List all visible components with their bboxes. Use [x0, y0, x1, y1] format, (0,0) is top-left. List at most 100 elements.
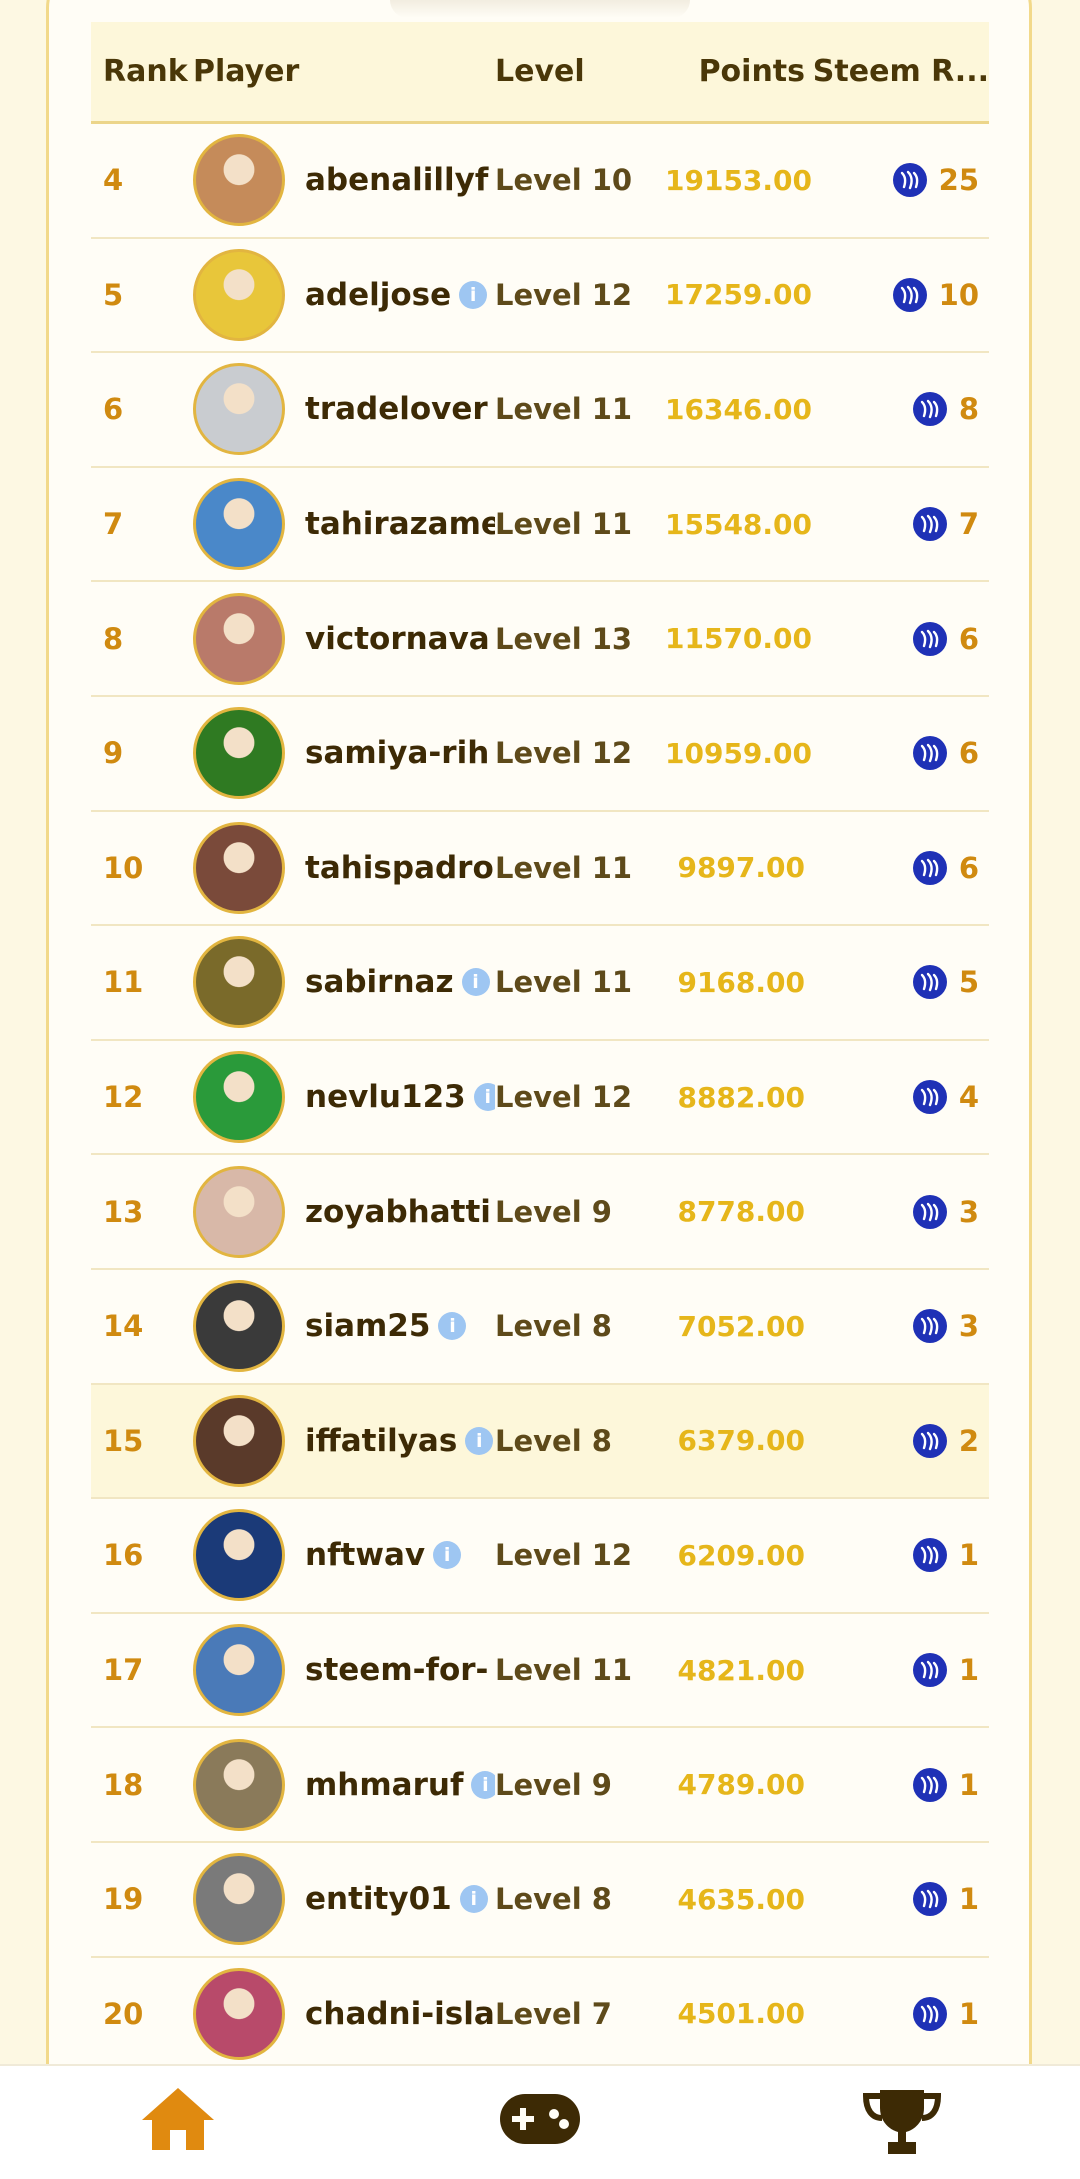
player-name[interactable]: steem-for-: [305, 1652, 488, 1688]
table-row[interactable]: 16 nftwav i Level 12 6209.00 1: [91, 1499, 989, 1614]
avatar[interactable]: [193, 1051, 285, 1144]
avatar[interactable]: [193, 936, 285, 1029]
table-row[interactable]: 20 chadni-isla Level 7 4501.00 1: [91, 1957, 989, 2073]
level-cell: Level 11: [495, 851, 665, 885]
player-name[interactable]: siam25: [305, 1308, 430, 1344]
level-value: Level 11: [495, 507, 633, 542]
rank-cell: 8: [91, 622, 193, 656]
steem-reward-value: 6: [958, 736, 979, 771]
player-cell[interactable]: zoyabhatti: [193, 1165, 495, 1258]
nav-games-button[interactable]: [498, 2092, 582, 2150]
info-icon[interactable]: i: [459, 280, 488, 309]
player-name[interactable]: samiya-rih: [305, 735, 489, 771]
player-name[interactable]: tahispadro: [305, 850, 494, 886]
player-name[interactable]: abenalillyf: [305, 162, 488, 198]
table-row[interactable]: 7 tahirazame Level 11 15548.00 7: [91, 467, 989, 583]
player-name[interactable]: chadni-isla: [305, 1996, 495, 2032]
player-cell[interactable]: mhmaruf i: [193, 1738, 495, 1831]
rank-value: 9: [103, 736, 124, 771]
points-cell: 16346.00: [665, 393, 812, 426]
points-value: 6379.00: [677, 1424, 805, 1458]
avatar[interactable]: [193, 248, 285, 341]
table-row[interactable]: 10 tahispadro Level 11 9897.00 6: [91, 811, 989, 927]
steem-icon: [912, 965, 947, 1000]
player-cell[interactable]: samiya-rih: [193, 707, 495, 800]
player-cell[interactable]: chadni-isla: [193, 1967, 495, 2060]
table-row[interactable]: 13 zoyabhatti Level 9 8778.00 3: [91, 1155, 989, 1270]
level-cell: Level 9: [495, 1195, 665, 1229]
steem-reward-value: 6: [958, 850, 979, 885]
player-cell[interactable]: adeljose i: [193, 248, 495, 341]
avatar[interactable]: [193, 363, 285, 456]
player-cell[interactable]: steem-for-: [193, 1624, 495, 1717]
avatar[interactable]: [193, 134, 285, 227]
avatar[interactable]: [193, 1738, 285, 1831]
avatar[interactable]: [193, 707, 285, 800]
avatar[interactable]: [193, 1624, 285, 1717]
avatar[interactable]: [193, 1967, 285, 2060]
player-name[interactable]: iffatilyas: [305, 1423, 457, 1459]
info-icon[interactable]: i: [473, 1083, 495, 1112]
info-icon[interactable]: i: [461, 968, 490, 997]
table-row[interactable]: 17 steem-for- Level 11 4821.00 1: [91, 1613, 989, 1729]
player-name[interactable]: mhmaruf: [305, 1767, 463, 1803]
table-row[interactable]: 11 sabirnaz i Level 11 9168.00 5: [91, 926, 989, 1041]
player-name[interactable]: nevlu123: [305, 1079, 466, 1115]
info-icon[interactable]: i: [438, 1312, 467, 1341]
table-row[interactable]: 12 nevlu123 i Level 12 8882.00 4: [91, 1040, 989, 1156]
table-row[interactable]: 6 tradelover Level 11 16346.00 8: [91, 353, 989, 468]
player-cell[interactable]: tahispadro: [193, 821, 495, 914]
steem-reward-value: 1: [958, 1538, 979, 1573]
table-row[interactable]: 18 mhmaruf i Level 9 4789.00 1: [91, 1728, 989, 1843]
player-name[interactable]: adeljose: [305, 277, 451, 313]
player-cell[interactable]: sabirnaz i: [193, 936, 495, 1029]
info-icon[interactable]: i: [465, 1426, 494, 1455]
nav-leaderboard-button[interactable]: [862, 2088, 942, 2162]
player-name[interactable]: tahirazame: [305, 506, 495, 542]
level-cell: Level 7: [495, 1997, 665, 2031]
info-icon[interactable]: i: [433, 1541, 462, 1570]
avatar[interactable]: [193, 478, 285, 571]
avatar[interactable]: [193, 592, 285, 685]
avatar[interactable]: [193, 1165, 285, 1258]
player-cell[interactable]: tradelover: [193, 363, 495, 456]
player-cell[interactable]: siam25 i: [193, 1280, 495, 1373]
table-row[interactable]: 5 adeljose i Level 12 17259.00 10: [91, 238, 989, 354]
table-row[interactable]: 15 iffatilyas i Level 8 6379.00 2: [91, 1384, 989, 1500]
player-cell[interactable]: nftwav i: [193, 1509, 495, 1602]
player-name[interactable]: tradelover: [305, 391, 488, 427]
player-name[interactable]: zoyabhatti: [305, 1194, 491, 1230]
player-cell[interactable]: iffatilyas i: [193, 1394, 495, 1487]
info-icon[interactable]: i: [471, 1770, 495, 1799]
player-cell[interactable]: abenalillyf: [193, 134, 495, 227]
player-cell[interactable]: victornava: [193, 592, 495, 685]
avatar[interactable]: [193, 1509, 285, 1602]
table-row[interactable]: 14 siam25 i Level 8 7052.00 3: [91, 1269, 989, 1385]
player-cell[interactable]: entity01 i: [193, 1853, 495, 1946]
header-steem-rewards: Steem R...: [812, 54, 989, 89]
level-value: Level 12: [495, 1080, 633, 1115]
avatar[interactable]: [193, 821, 285, 914]
table-row[interactable]: 8 victornava Level 13 11570.00 6: [91, 582, 989, 697]
rank-cell: 17: [91, 1653, 193, 1687]
table-row[interactable]: 9 samiya-rih Level 12 10959.00 6: [91, 696, 989, 812]
avatar[interactable]: [193, 1394, 285, 1487]
player-name[interactable]: nftwav: [305, 1537, 425, 1573]
level-cell: Level 11: [495, 965, 665, 999]
nav-home-button[interactable]: [140, 2086, 216, 2156]
player-name[interactable]: victornava: [305, 621, 490, 657]
player-cell[interactable]: nevlu123 i: [193, 1051, 495, 1144]
player-name[interactable]: entity01: [305, 1881, 452, 1917]
rank-value: 14: [103, 1309, 144, 1344]
table-row[interactable]: 4 abenalillyf Level 10 19153.00 25: [91, 124, 989, 239]
points-cell: 8778.00: [665, 1195, 805, 1228]
points-cell: 19153.00: [665, 164, 812, 197]
table-row[interactable]: 19 entity01 i Level 8 4635.00 1: [91, 1842, 989, 1958]
player-name[interactable]: sabirnaz: [305, 964, 454, 1000]
info-icon[interactable]: i: [459, 1885, 488, 1914]
avatar[interactable]: [193, 1280, 285, 1373]
level-value: Level 11: [495, 1653, 633, 1688]
avatar[interactable]: [193, 1853, 285, 1946]
points-cell: 6379.00: [665, 1424, 805, 1457]
player-cell[interactable]: tahirazame: [193, 478, 495, 571]
